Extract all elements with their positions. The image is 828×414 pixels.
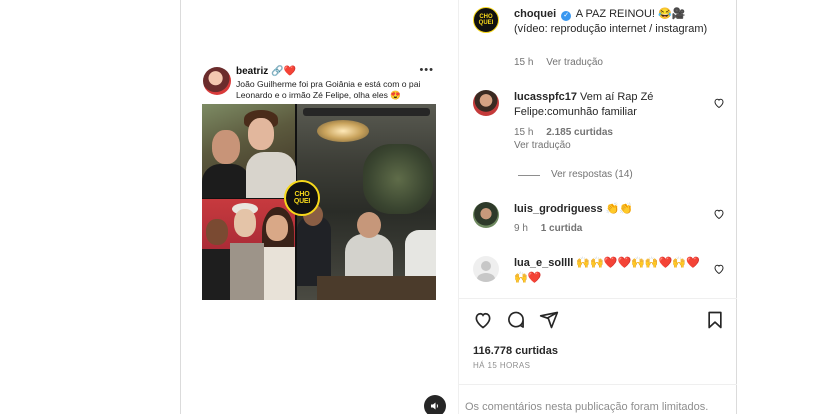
comment-meta: 9 h 1 curtida xyxy=(514,223,582,234)
verified-badge-icon: ✓ xyxy=(561,11,572,21)
paper-plane-icon xyxy=(539,311,559,329)
comment-avatar-lua[interactable] xyxy=(473,256,499,282)
author-avatar-text: CHO QUEI xyxy=(478,14,494,26)
comment-button[interactable] xyxy=(506,310,526,335)
post-caption: choquei ✓ A PAZ REINOU! 😂🎥 (vídeo: repro… xyxy=(514,7,719,37)
view-replies-button[interactable]: Ver respostas (14) xyxy=(551,169,633,180)
embedded-post-card: beatriz 🔗❤️ ••• João Guilherme foi pra G… xyxy=(200,64,440,104)
embedded-post-header: beatriz 🔗❤️ ••• João Guilherme foi pra G… xyxy=(200,64,440,104)
page-margin-left xyxy=(0,0,180,414)
comment-translate-link[interactable]: Ver tradução xyxy=(514,140,571,151)
like-comment-heart-icon[interactable] xyxy=(713,96,725,109)
likes-count[interactable]: 116.778 curtidas xyxy=(473,345,558,357)
collage-photo-group xyxy=(202,199,295,300)
collage-photo-father-son xyxy=(202,104,296,198)
badge-text: CHO QUEI xyxy=(293,191,311,205)
comment-text: 👏👏 xyxy=(605,203,634,215)
mute-toggle-button[interactable] xyxy=(424,395,446,414)
comment-lua-e-sollll: lua_e_sollll 🙌🙌❤️❤️🙌🙌❤️🙌❤️🙌❤️ xyxy=(514,256,704,286)
embedded-username-text: beatriz xyxy=(236,66,269,77)
share-button[interactable] xyxy=(539,310,559,335)
comment-time: 15 h xyxy=(514,127,534,138)
heart-icon xyxy=(475,312,491,329)
speaker-icon xyxy=(431,402,438,410)
author-avatar[interactable]: CHO QUEI xyxy=(473,7,499,33)
post-time: 15 h xyxy=(514,57,534,68)
comment-avatar-lucasspfc17[interactable] xyxy=(473,90,499,116)
embedded-more-icon: ••• xyxy=(419,64,434,76)
post-timestamp: HÁ 15 HORAS xyxy=(473,361,531,370)
embedded-username-suffix: 🔗❤️ xyxy=(271,66,296,77)
comment-username[interactable]: lua_e_sollll xyxy=(514,257,573,269)
comment-avatar-luis[interactable] xyxy=(473,202,499,228)
replies-divider xyxy=(518,175,540,176)
like-button[interactable] xyxy=(473,310,493,335)
comment-luis-grodriguess: luis_grodriguess 👏👏 xyxy=(514,202,704,217)
comment-lucasspfc17: lucasspfc17 Vem aí Rap Zé Felipe:comunhã… xyxy=(514,90,704,120)
page-margin-right xyxy=(737,0,828,414)
comment-likes[interactable]: 1 curtida xyxy=(541,223,583,234)
comment-time: 9 h xyxy=(514,223,528,234)
comments-limited-notice: Os comentários nesta publicação foram li… xyxy=(465,401,709,413)
footer-divider xyxy=(458,384,737,385)
like-comment-heart-icon[interactable] xyxy=(713,262,725,275)
actions-divider xyxy=(458,298,737,299)
choquei-logo-badge: CHO QUEI xyxy=(284,180,320,216)
embedded-post-username: beatriz 🔗❤️ xyxy=(236,66,296,77)
save-button[interactable] xyxy=(705,310,725,335)
embedded-post-caption: João Guilherme foi pra Goiânia e está co… xyxy=(236,79,421,100)
comment-likes[interactable]: 2.185 curtidas xyxy=(546,127,613,138)
comment-meta: 15 h 2.185 curtidas xyxy=(514,127,613,138)
bookmark-icon xyxy=(708,311,722,329)
comment-icon xyxy=(508,311,524,328)
post-translate-link[interactable]: Ver tradução xyxy=(546,57,603,68)
post-photo-collage: CHO QUEI xyxy=(202,104,436,300)
comment-username[interactable]: lucasspfc17 xyxy=(514,91,577,103)
author-username[interactable]: choquei xyxy=(514,8,556,20)
post-meta: 15 h Ver tradução xyxy=(514,57,603,68)
embedded-post-avatar xyxy=(203,67,231,95)
like-comment-heart-icon[interactable] xyxy=(713,207,725,220)
comment-username[interactable]: luis_grodriguess xyxy=(514,203,603,215)
